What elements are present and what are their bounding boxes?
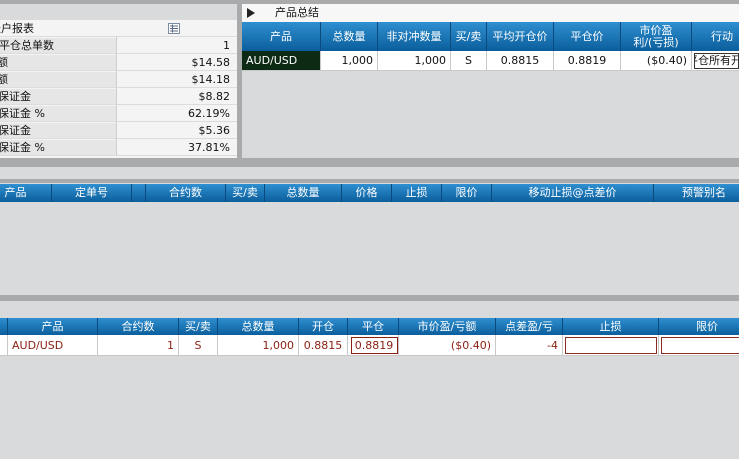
- positions-col-marker: [0, 318, 8, 335]
- positions-col-total-qty[interactable]: 总数量: [218, 318, 299, 335]
- orders-col-blank: [132, 184, 146, 202]
- summary-side: S: [451, 51, 487, 70]
- col-header-product[interactable]: 产品: [242, 22, 321, 51]
- expand-triangle-icon[interactable]: [247, 8, 255, 18]
- summary-total-qty: 1,000: [321, 51, 378, 70]
- orders-col-trailing[interactable]: 移动止损@点差价: [492, 184, 654, 202]
- account-row-value: $8.82: [198, 90, 231, 103]
- position-close-price[interactable]: 0.8819: [350, 336, 398, 354]
- orders-col-side[interactable]: 买/卖: [226, 184, 265, 202]
- orders-header: 产品 定单号 合约数 买/卖 总数量 价格 止损 限价 移动止损@点差价 预警别…: [0, 184, 739, 202]
- summary-product-cell[interactable]: AUD/USD: [242, 51, 321, 70]
- position-marker: [0, 335, 8, 355]
- orders-col-total-qty[interactable]: 总数量: [265, 184, 342, 202]
- positions-col-side[interactable]: 买/卖: [179, 318, 218, 335]
- position-open: 0.8815: [299, 335, 348, 355]
- position-close-cell: 0.8819: [348, 335, 399, 355]
- product-summary-header: 产品 总数量 非对冲数量 买/卖 平均开仓价 平仓价 市价盈利/(亏损) 行动: [242, 22, 739, 51]
- positions-col-product[interactable]: 产品: [8, 318, 98, 335]
- position-contracts: 1: [98, 335, 179, 355]
- splitter-top[interactable]: [0, 158, 739, 167]
- position-side: S: [179, 335, 218, 355]
- summary-action-cell: 平仓所有开仓: [692, 51, 739, 70]
- orders-col-alert-alias[interactable]: 预警别名: [654, 184, 739, 202]
- position-pnl: ($0.40): [399, 335, 496, 355]
- account-row-free-margin: 可用保证金 $5.36: [0, 122, 237, 139]
- position-product[interactable]: AUD/USD: [8, 335, 98, 355]
- orders-col-stop[interactable]: 止损: [392, 184, 442, 202]
- account-row-label: 已用保证金 %: [0, 106, 116, 121]
- position-row[interactable]: AUD/USD 1 S 1,000 0.8815 0.8819 ($0.40) …: [0, 335, 739, 356]
- account-row-label: 账户余额: [0, 55, 116, 70]
- col-header-unhedged-qty[interactable]: 非对冲数量: [378, 22, 451, 51]
- splitter-orders[interactable]: [0, 179, 739, 183]
- positions-col-pip-pnl[interactable]: 点差盈/亏: [496, 318, 563, 335]
- account-row-used-margin: 已用保证金 $8.82: [0, 88, 237, 105]
- positions-empty-area: [0, 356, 739, 459]
- account-row-value: 62.19%: [188, 107, 230, 120]
- position-stop-cell: [563, 335, 659, 355]
- positions-col-stop[interactable]: 止损: [563, 318, 659, 335]
- account-row-label: 可用余额: [0, 72, 116, 87]
- position-total-qty: 1,000: [218, 335, 299, 355]
- orders-col-product[interactable]: 产品: [0, 184, 52, 202]
- positions-col-open[interactable]: 开仓: [299, 318, 348, 335]
- positions-col-contracts[interactable]: 合约数: [98, 318, 179, 335]
- account-row-free-margin-pct: 可用保证金 % 37.81%: [0, 139, 237, 156]
- account-panel-header: 账户报表: [0, 20, 237, 37]
- position-limit-cell: [659, 335, 739, 355]
- product-summary-title: 产品总结: [275, 6, 319, 19]
- limit-input[interactable]: [661, 337, 739, 354]
- product-summary-titlebar: 产品总结: [242, 4, 739, 22]
- report-icon[interactable]: [168, 23, 180, 34]
- account-row-label: 可用保证金 %: [0, 140, 116, 155]
- account-row-available: 可用余额 $14.18: [0, 71, 237, 88]
- summary-row[interactable]: AUD/USD 1,000 1,000 S 0.8815 0.8819 ($0.…: [242, 51, 739, 71]
- account-row-value: $14.18: [191, 73, 231, 86]
- positions-header: 产品 合约数 买/卖 总数量 开仓 平仓 市价盈/亏额 点差盈/亏 止损 限价: [0, 318, 739, 335]
- positions-col-pnl[interactable]: 市价盈/亏额: [399, 318, 496, 335]
- summary-unhedged-qty: 1,000: [378, 51, 451, 70]
- account-row-open-orders: 未平仓总单数 1: [0, 37, 237, 54]
- orders-col-price[interactable]: 价格: [342, 184, 392, 202]
- account-panel-title: 账户报表: [0, 22, 34, 35]
- positions-col-limit[interactable]: 限价: [659, 318, 739, 335]
- stop-input[interactable]: [565, 337, 657, 354]
- col-header-action[interactable]: 行动: [692, 22, 739, 51]
- account-row-used-margin-pct: 已用保证金 % 62.19%: [0, 105, 237, 122]
- col-header-pnl[interactable]: 市价盈利/(亏损): [621, 22, 692, 51]
- orders-col-order-id[interactable]: 定单号: [52, 184, 132, 202]
- orders-empty-area: [0, 202, 739, 295]
- account-row-label: 已用保证金: [0, 89, 116, 104]
- summary-avg-open: 0.8815: [487, 51, 554, 70]
- account-row-value: 37.81%: [188, 141, 230, 154]
- positions-col-close[interactable]: 平仓: [348, 318, 399, 335]
- col-header-total-qty[interactable]: 总数量: [321, 22, 378, 51]
- col-header-close-price[interactable]: 平仓价: [554, 22, 621, 51]
- close-all-button[interactable]: 平仓所有开仓: [694, 52, 739, 69]
- orders-col-contracts[interactable]: 合约数: [146, 184, 226, 202]
- col-header-avg-open[interactable]: 平均开仓价: [487, 22, 554, 51]
- product-summary-empty-area: [242, 71, 739, 158]
- account-row-value: $14.58: [191, 56, 231, 69]
- orders-col-limit[interactable]: 限价: [442, 184, 492, 202]
- account-row-value: 1: [223, 39, 230, 52]
- summary-pnl: ($0.40): [621, 51, 692, 70]
- account-row-value: $5.36: [198, 124, 231, 137]
- col-header-side[interactable]: 买/卖: [451, 22, 487, 51]
- account-row-balance: 账户余额 $14.58: [0, 54, 237, 71]
- position-pip-pnl: -4: [496, 335, 563, 355]
- account-row-label: 可用保证金: [0, 123, 116, 138]
- account-row-label: 未平仓总单数: [0, 38, 116, 53]
- summary-close-price: 0.8819: [554, 51, 621, 70]
- account-panel: 未平仓总单数 1 账户余额 $14.58 可用余额 $14.18 已用保证金 $…: [0, 37, 237, 158]
- gap-area-2: [0, 301, 739, 318]
